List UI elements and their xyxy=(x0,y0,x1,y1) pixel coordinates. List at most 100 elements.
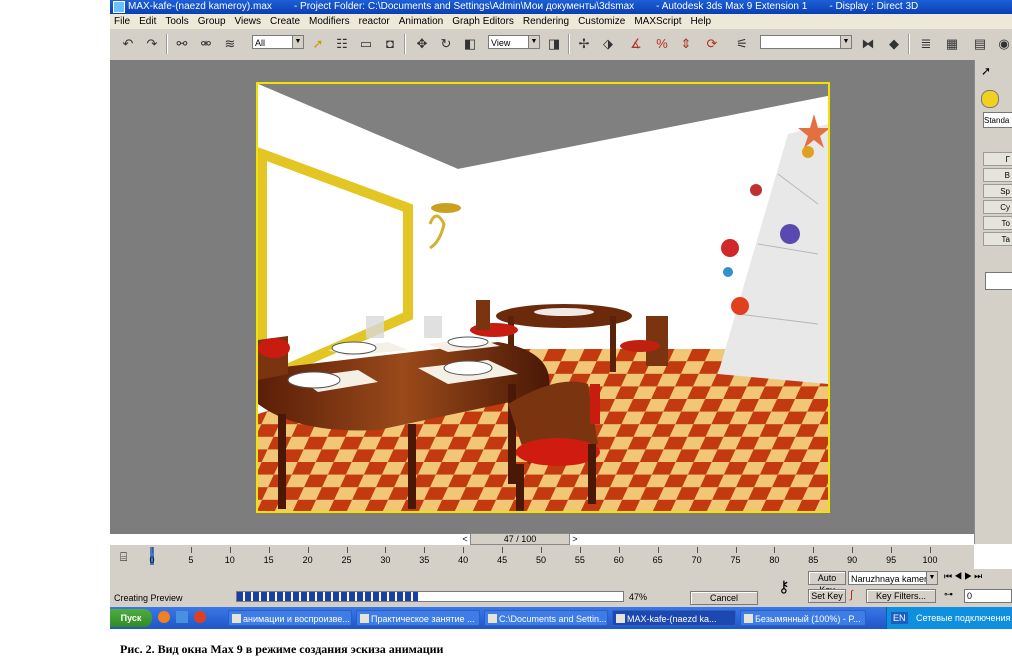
bind-space-warp-icon[interactable]: ≋ xyxy=(220,35,240,53)
pivot-icon[interactable]: ◨ xyxy=(544,35,564,53)
toolbar-separator xyxy=(908,34,910,54)
redo-icon[interactable]: ↷ xyxy=(142,35,162,53)
menu-customize[interactable]: Customize xyxy=(578,16,625,27)
set-key-button[interactable]: Set Key xyxy=(808,589,846,603)
cancel-button[interactable]: Cancel xyxy=(690,591,758,605)
ref-coord-value: View xyxy=(491,38,511,48)
track-tick xyxy=(696,547,698,553)
edit-named-selection-icon[interactable]: ⚟ xyxy=(732,35,752,53)
taskbar-item[interactable]: C:\Documents and Settin... xyxy=(484,610,608,626)
task-icon xyxy=(360,614,369,623)
move-icon[interactable]: ✥ xyxy=(412,35,432,53)
create-button-5[interactable]: To xyxy=(983,216,1012,230)
network-connections-label[interactable]: Сетевые подключения xyxy=(916,613,1010,623)
selection-filter-dropdown[interactable]: All ▼ xyxy=(252,35,304,49)
chevron-down-icon: ▼ xyxy=(926,572,937,584)
browser-icon[interactable] xyxy=(158,611,170,623)
percent-snap-icon[interactable]: % xyxy=(652,35,672,53)
menu-modifiers[interactable]: Modifiers xyxy=(309,16,350,27)
start-button[interactable]: Пуск xyxy=(110,609,152,627)
taskbar-item[interactable]: анимации и воспроизве... xyxy=(228,610,352,626)
menu-group[interactable]: Group xyxy=(198,16,226,27)
window-crossing-icon[interactable]: ◘ xyxy=(380,35,400,53)
key-navigation-icon[interactable]: ⊶ xyxy=(944,589,953,600)
time-slider-label[interactable]: 47 / 100 xyxy=(470,533,570,545)
menu-maxscript[interactable]: MAXScript xyxy=(634,16,681,27)
align-icon[interactable]: ◆ xyxy=(884,35,904,53)
undo-icon[interactable]: ↶ xyxy=(118,35,138,53)
object-type-dropdown[interactable]: Standa xyxy=(983,112,1012,128)
track-tick xyxy=(930,547,931,553)
task-label: анимации и воспроизве... xyxy=(243,614,350,624)
task-icon xyxy=(232,614,241,623)
track-tick-label: 65 xyxy=(652,555,663,565)
angle-snap-icon[interactable]: ∡ xyxy=(626,35,646,53)
menu-create[interactable]: Create xyxy=(270,16,300,27)
current-frame-field[interactable]: 0 xyxy=(964,589,1012,603)
name-field[interactable] xyxy=(985,272,1012,290)
create-tab-icon[interactable]: ➚ xyxy=(981,64,991,78)
link-icon[interactable]: ⚯ xyxy=(172,35,192,53)
opera-icon[interactable] xyxy=(194,611,206,623)
select-by-name-icon[interactable]: ☷ xyxy=(332,35,352,53)
unlink-icon[interactable]: ⚮ xyxy=(196,35,216,53)
snap-icon[interactable]: ⬗ xyxy=(598,35,618,53)
menu-rendering[interactable]: Rendering xyxy=(523,16,569,27)
menu-file[interactable]: File xyxy=(114,16,130,27)
menu-animation[interactable]: Animation xyxy=(399,16,443,27)
language-indicator[interactable]: EN xyxy=(891,612,908,624)
track-bar[interactable]: ⌸ 0 5 10 15 20 25 30 35 40 45 50 55 60 65 70 75 80 85 90 95… xyxy=(110,545,974,569)
select-object-icon[interactable]: ➚ xyxy=(308,35,328,53)
toolbar-separator xyxy=(568,34,570,54)
menu-views[interactable]: Views xyxy=(235,16,262,27)
task-label: C:\Documents and Settin... xyxy=(499,614,607,624)
task-icon xyxy=(616,614,625,623)
track-tick-label: 30 xyxy=(380,555,391,565)
ref-coord-dropdown[interactable]: View ▼ xyxy=(488,35,540,49)
mini-curve-editor-icon[interactable]: ⌸ xyxy=(120,550,127,565)
task-icon xyxy=(744,614,753,623)
layer-icon[interactable]: ≣ xyxy=(916,35,936,53)
menu-tools[interactable]: Tools xyxy=(165,16,188,27)
track-tick xyxy=(190,547,192,553)
create-button-2[interactable]: B xyxy=(983,168,1012,182)
key-filters-button[interactable]: Key Filters... xyxy=(866,589,936,603)
taskbar-item[interactable]: Безымянный (100%) - P... xyxy=(740,610,866,626)
mirror-icon[interactable]: ⧓ xyxy=(858,35,878,53)
key-icon[interactable]: ⚷ xyxy=(778,577,790,597)
taskbar-item[interactable]: Практическое занятие ... xyxy=(356,610,480,626)
time-slider-prev[interactable]: < xyxy=(460,533,470,545)
rotate-icon[interactable]: ↻ xyxy=(436,35,456,53)
geometry-icon[interactable] xyxy=(981,90,999,108)
menu-edit[interactable]: Edit xyxy=(139,16,156,27)
windows-taskbar: Пуск анимации и воспроизве... Практическ… xyxy=(110,607,1012,629)
menu-graph-editors[interactable]: Graph Editors xyxy=(452,16,514,27)
time-slider-next[interactable]: > xyxy=(570,533,580,545)
menu-help[interactable]: Help xyxy=(691,16,712,27)
create-button-3[interactable]: Sp xyxy=(983,184,1012,198)
taskbar-item-active[interactable]: MAX-kafe-(naezd ka... xyxy=(612,610,736,626)
desktop-icon[interactable] xyxy=(176,611,188,623)
playback-controls[interactable]: ⏮◀▶⏭ xyxy=(944,571,984,582)
schematic-icon[interactable]: ▤ xyxy=(970,35,990,53)
create-button-1[interactable]: Г xyxy=(983,152,1012,166)
curve-editor-icon[interactable]: ▦ xyxy=(942,35,962,53)
auto-key-button[interactable]: Auto Key xyxy=(808,571,846,595)
spinner-snap-icon[interactable]: ⇕ xyxy=(676,35,696,53)
rect-region-icon[interactable]: ▭ xyxy=(356,35,376,53)
named-selection-icon[interactable]: ⟳ xyxy=(702,35,722,53)
camera-selection-dropdown[interactable]: Naruzhnaya kamer ▼ xyxy=(848,571,938,585)
create-button-4[interactable]: Cy xyxy=(983,200,1012,214)
menu-reactor[interactable]: reactor xyxy=(359,16,390,27)
scale-icon[interactable]: ◧ xyxy=(460,35,480,53)
render-scene-image xyxy=(258,84,828,511)
manipulate-icon[interactable]: ✢ xyxy=(574,35,594,53)
system-tray: EN Сетевые подключения xyxy=(886,607,1012,629)
track-tick xyxy=(579,547,581,553)
track-tick-label: 35 xyxy=(419,555,430,565)
track-tick xyxy=(385,547,387,553)
named-selection-dropdown[interactable]: ▼ xyxy=(760,35,852,49)
key-mode-icon[interactable]: ∫ xyxy=(850,589,853,601)
create-button-6[interactable]: Ta xyxy=(983,232,1012,246)
material-editor-icon[interactable]: ◉ xyxy=(994,35,1012,53)
